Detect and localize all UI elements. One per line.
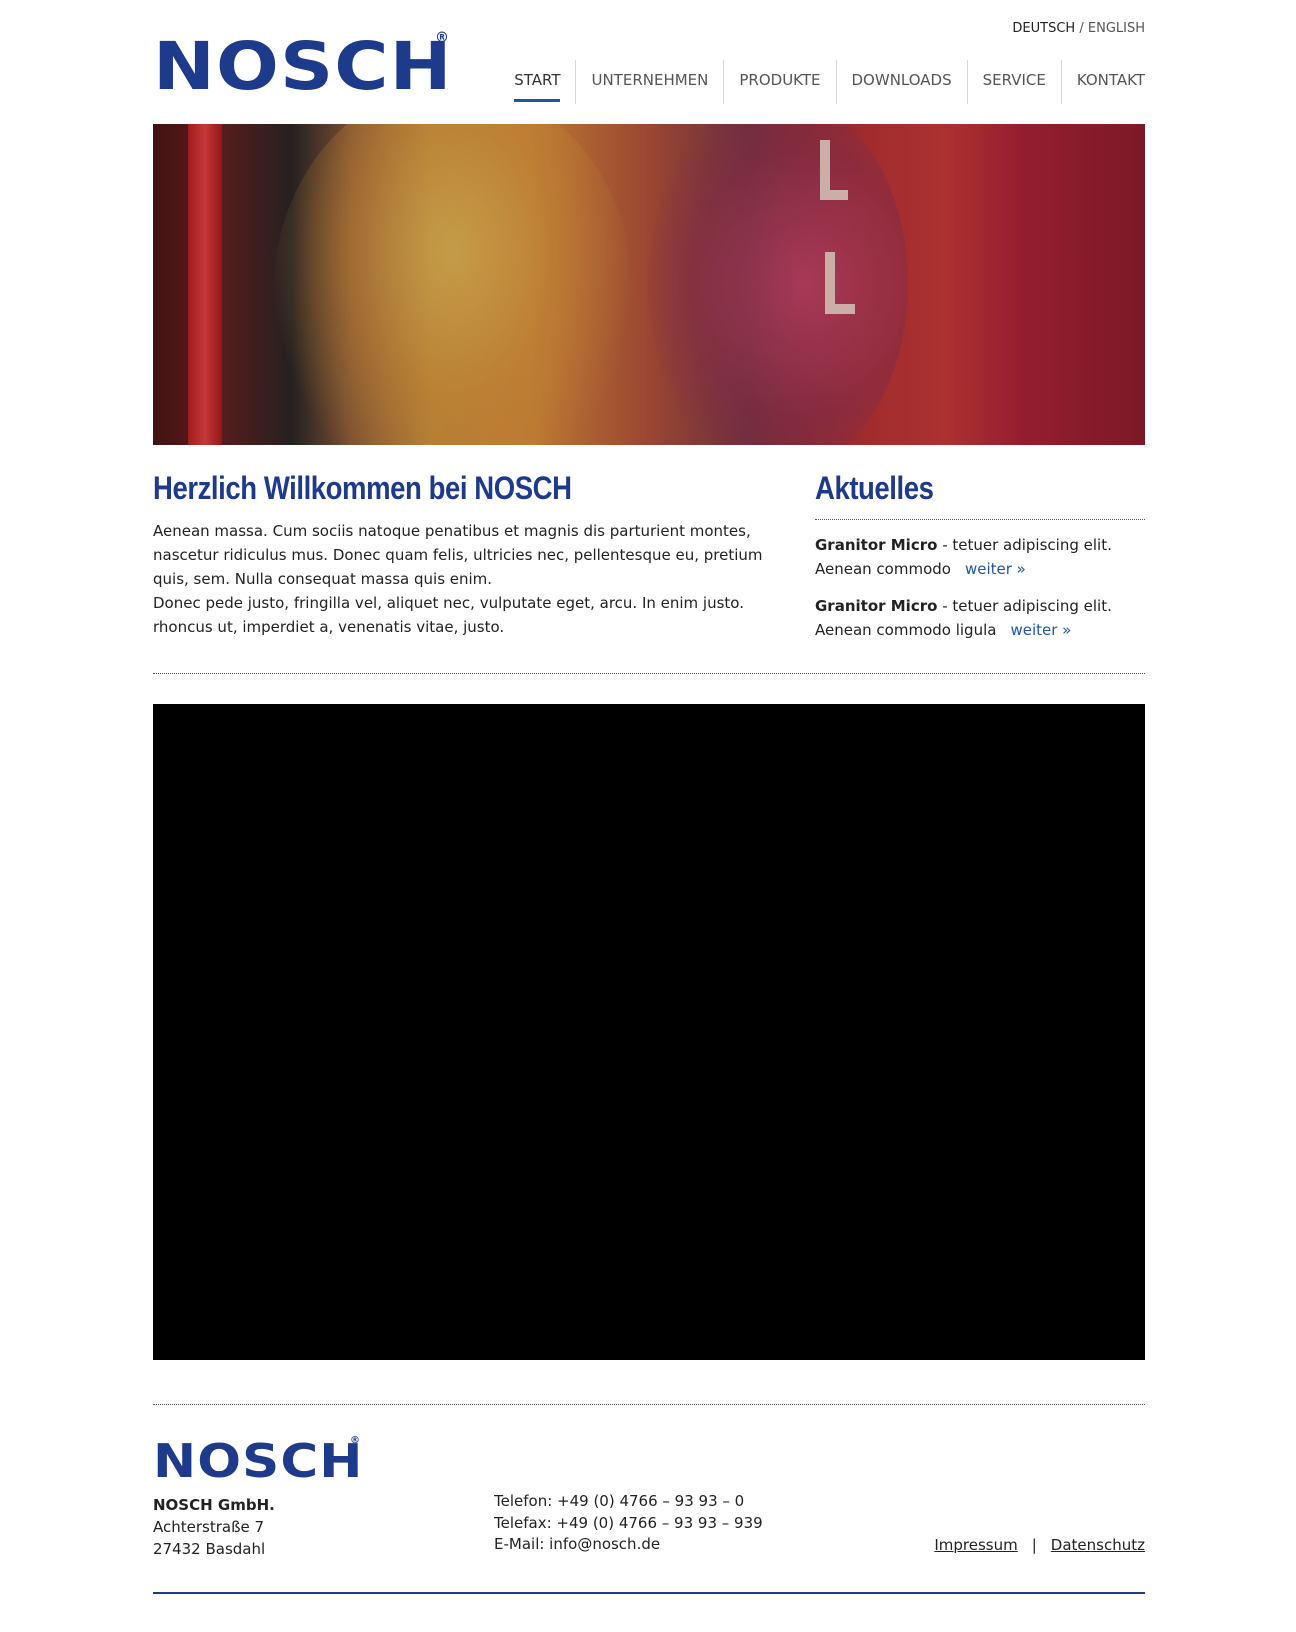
hero-image [153,124,1145,445]
registered-mark: ® [350,1435,360,1446]
logo-wordmark: NOSCH [153,28,453,105]
news-text: - tetuer adipiscing elit. [937,597,1112,615]
nav-produkte[interactable]: PRODUKTE [723,60,835,104]
impressum-link[interactable]: Impressum [934,1536,1017,1554]
footer-divider [153,1404,1145,1405]
news-text: - tetuer adipiscing elit. [937,536,1112,554]
footer-bottom-line [153,1592,1145,1594]
news-text: Aenean commodo ligula [815,621,997,639]
nav-downloads[interactable]: DOWNLOADS [835,60,967,104]
welcome-paragraph-2: Donec pede justo, fringilla vel, aliquet… [153,594,744,636]
footer-links: Impressum | Datenschutz [934,1536,1145,1554]
email[interactable]: E-Mail: info@nosch.de [494,1534,763,1556]
content-divider [153,673,1145,674]
footer-logo[interactable]: NOSCH ® [153,1435,362,1484]
lang-separator: / [1079,21,1084,36]
link-separator: | [1031,1536,1037,1554]
welcome-section: Herzlich Willkommen bei NOSCH Aenean mas… [153,470,803,639]
news-more-link[interactable]: weiter » [1010,621,1071,639]
news-title: Aktuelles [815,470,934,506]
footer-contact: Telefon: +49 (0) 4766 – 93 93 – 0 Telefa… [494,1491,763,1556]
fax: Telefax: +49 (0) 4766 – 93 93 – 939 [494,1513,763,1532]
news-product: Granitor Micro [815,536,938,554]
nav-start[interactable]: START [499,60,575,104]
city: 27432 Basdahl [153,1540,266,1558]
welcome-text: Aenean massa. Cum sociis natoque penatib… [153,519,803,639]
footer-address: NOSCH GmbH. Achterstraße 7 27432 Basdahl [153,1494,275,1560]
nav-kontakt[interactable]: KONTAKT [1060,60,1145,104]
news-item: Granitor Micro - tetuer adipiscing elit.… [815,594,1145,642]
street: Achterstraße 7 [153,1518,265,1536]
news-text: Aenean commodo [815,560,951,578]
news-section: Aktuelles Granitor Micro - tetuer adipis… [815,470,1145,642]
lang-english-link[interactable]: ENGLISH [1088,21,1145,36]
welcome-paragraph-1: Aenean massa. Cum sociis natoque penatib… [153,522,763,588]
main-nav: START UNTERNEHMEN PRODUKTE DOWNLOADS SER… [499,60,1145,104]
lang-deutsch-link[interactable]: DEUTSCH [1012,21,1075,36]
news-item: Granitor Micro - tetuer adipiscing elit.… [815,533,1145,581]
video-player[interactable] [153,704,1145,1360]
nav-service[interactable]: SERVICE [966,60,1061,104]
welcome-title: Herzlich Willkommen bei NOSCH [153,470,572,506]
nav-unternehmen[interactable]: UNTERNEHMEN [575,60,723,104]
news-divider [815,519,1145,520]
datenschutz-link[interactable]: Datenschutz [1051,1536,1145,1554]
company-name: NOSCH GmbH. [153,1496,275,1514]
phone: Telefon: +49 (0) 4766 – 93 93 – 0 [494,1492,745,1510]
registered-mark: ® [435,30,449,46]
language-switcher: DEUTSCH / ENGLISH [1012,21,1145,36]
footer-logo-wordmark: NOSCH [153,1434,364,1488]
news-product: Granitor Micro [815,597,938,615]
site-logo[interactable]: NOSCH ® [153,30,452,100]
news-more-link[interactable]: weiter » [965,560,1026,578]
